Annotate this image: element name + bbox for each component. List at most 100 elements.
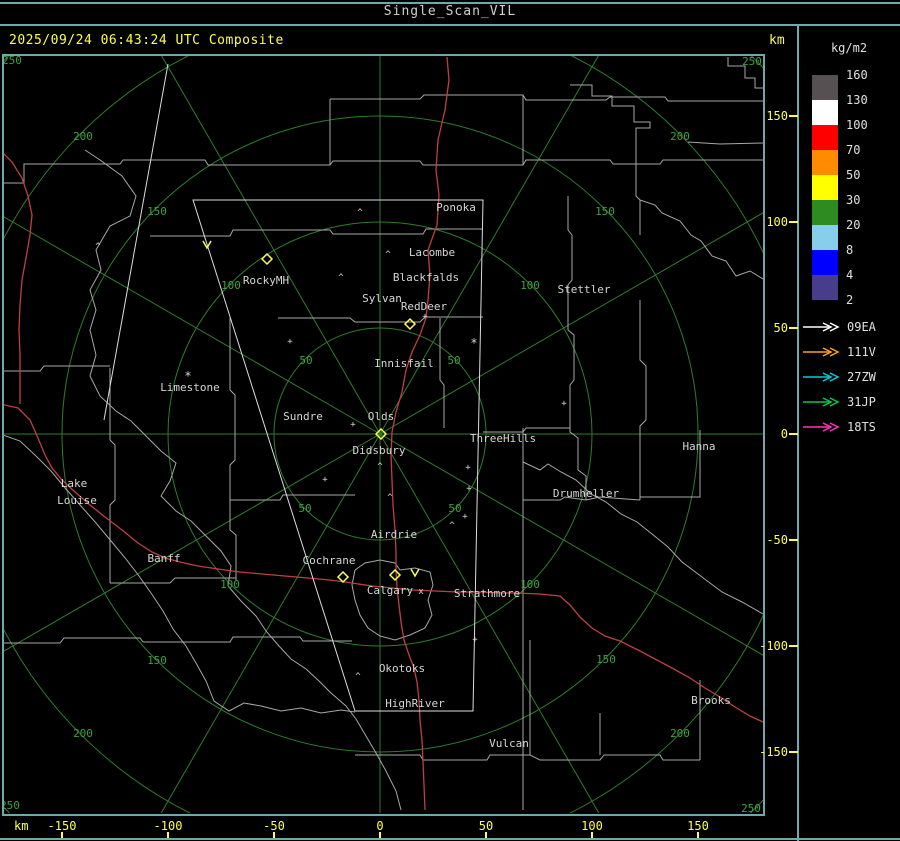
radar-site-legend: 09EA 111V 27ZW 31JP 18TS <box>803 320 877 434</box>
ring-distance-label: 250 <box>4 799 20 812</box>
city-label: Strathmore <box>454 587 520 600</box>
town-marker: + <box>322 475 328 485</box>
county-boundary <box>639 199 763 280</box>
radar-app-window: Single_Scan_VIL 2025/09/24 06:43:24 UTC … <box>0 0 900 841</box>
bottom-axis-label: -100 <box>153 819 183 833</box>
ring-distance-label: 200 <box>73 727 93 740</box>
scale-swatch <box>812 275 838 300</box>
ring-distance-label: 100 <box>520 578 540 591</box>
scale-value-label: 50 <box>846 168 861 182</box>
town-marker: ^ <box>338 273 344 283</box>
county-boundary <box>4 434 356 714</box>
title-separator <box>0 24 900 26</box>
scale-swatch <box>812 75 838 100</box>
scale-value-label: 70 <box>846 143 861 157</box>
city-label: Airdrie <box>371 528 417 541</box>
ring-distance-label: 250 <box>742 56 762 68</box>
scale-swatch <box>812 175 838 200</box>
county-boundary <box>567 196 587 500</box>
scan-timestamp: 2025/09/24 06:43:24 UTC Composite <box>9 33 284 48</box>
ring-distance-label: 100 <box>520 279 540 292</box>
bottom-axis-label: -50 <box>263 819 285 833</box>
chevron-down-marker <box>410 568 420 578</box>
ring-distance-label: 100 <box>221 279 241 292</box>
bottom-axis-label: 50 <box>478 819 494 833</box>
county-boundary <box>109 368 116 583</box>
ring-distance-label: 150 <box>595 205 615 218</box>
city-label: Vulcan <box>489 737 529 750</box>
ring-distance-label: 50 <box>298 502 311 515</box>
county-boundary <box>330 94 763 102</box>
city-label: Ponoka <box>436 201 476 214</box>
scale-value-label: 130 <box>846 93 868 107</box>
legend-unit-label: kg/m2 <box>830 41 868 55</box>
county-boundary <box>639 300 647 500</box>
city-label: Blackfalds <box>393 271 459 284</box>
highway <box>4 153 33 404</box>
scale-value-label: 30 <box>846 193 861 207</box>
county-boundary <box>230 494 355 501</box>
right-axis-label: -100 <box>759 639 788 653</box>
ring-distance-label: 250 <box>741 802 761 813</box>
window-title: Single_Scan_VIL <box>383 4 517 19</box>
ring-distance-label: 200 <box>73 130 93 143</box>
radar-map-canvas[interactable]: 50 50 50 50 100 100 100 100 150 150 150 150 200 200 20… <box>4 56 763 813</box>
ring-distance-label: 150 <box>147 654 167 667</box>
ring-distance-label: 50 <box>448 502 461 515</box>
town-marker: + <box>465 463 471 473</box>
right-axis-label: 0 <box>780 427 788 441</box>
bottom-axis-label: 100 <box>581 819 603 833</box>
scale-swatch <box>812 250 838 275</box>
scale-swatch <box>812 225 838 250</box>
scale-swatch <box>812 100 838 125</box>
right-axis-tick <box>789 221 798 223</box>
city-label: Banff <box>147 552 180 565</box>
scale-swatch <box>812 200 838 225</box>
county-boundary <box>687 141 763 145</box>
ring-distance-label: 100 <box>220 578 240 591</box>
city-label: Olds <box>368 410 395 423</box>
ring-distance-label: 50 <box>447 354 460 367</box>
city-label: Sylvan <box>362 292 402 305</box>
city-label: Stettler <box>558 283 611 296</box>
city-label: Drumheller <box>553 487 620 500</box>
city-label: RockyMH <box>243 274 289 287</box>
radar-id-label: 09EA <box>847 320 877 334</box>
radar-id-label: 27ZW <box>847 370 877 384</box>
town-marker: ^ <box>355 672 361 682</box>
color-scale <box>812 75 838 300</box>
city-label: Hanna <box>682 440 715 453</box>
ring-distance-label: 250 <box>4 56 22 67</box>
legend-panel: kg/m2 09EA 111V 27ZW 31JP 18TS 160 130 100 70 50… <box>797 25 900 841</box>
city-label: Sundre <box>283 410 323 423</box>
town-marker: + <box>287 337 293 347</box>
town-marker: ^ <box>449 521 455 531</box>
scale-value-label: 160 <box>846 68 868 82</box>
bottom-axis-unit: km <box>14 819 29 833</box>
info-bar: 2025/09/24 06:43:24 UTC Composite <box>0 27 795 55</box>
right-axis-label: 150 <box>766 109 788 123</box>
county-boundary <box>4 636 352 644</box>
bottom-border <box>0 838 900 840</box>
azimuth-spoke <box>379 56 599 435</box>
city-label: ThreeHills <box>470 432 536 445</box>
county-boundary <box>229 318 237 580</box>
city-label: Lacombe <box>409 246 455 259</box>
scale-value-label: 2 <box>846 293 854 307</box>
town-marker: * <box>184 369 191 383</box>
county-boundary <box>4 159 763 184</box>
county-boundary <box>439 318 445 428</box>
radar-coverage-edge <box>103 63 169 421</box>
city-label: Okotoks <box>379 662 425 675</box>
scale-swatch <box>812 125 838 150</box>
radar-id-label: 31JP <box>847 395 876 409</box>
right-axis-unit: km <box>769 33 785 48</box>
town-marker: + <box>462 512 468 522</box>
town-marker: ^ <box>95 242 101 252</box>
town-marker: ^ <box>387 493 393 503</box>
scale-value-label: 20 <box>846 218 861 232</box>
bottom-axis-label: 150 <box>687 819 709 833</box>
ring-distance-label: 200 <box>670 130 690 143</box>
right-axis-tick <box>789 327 798 329</box>
city-label: Brooks <box>691 694 731 707</box>
